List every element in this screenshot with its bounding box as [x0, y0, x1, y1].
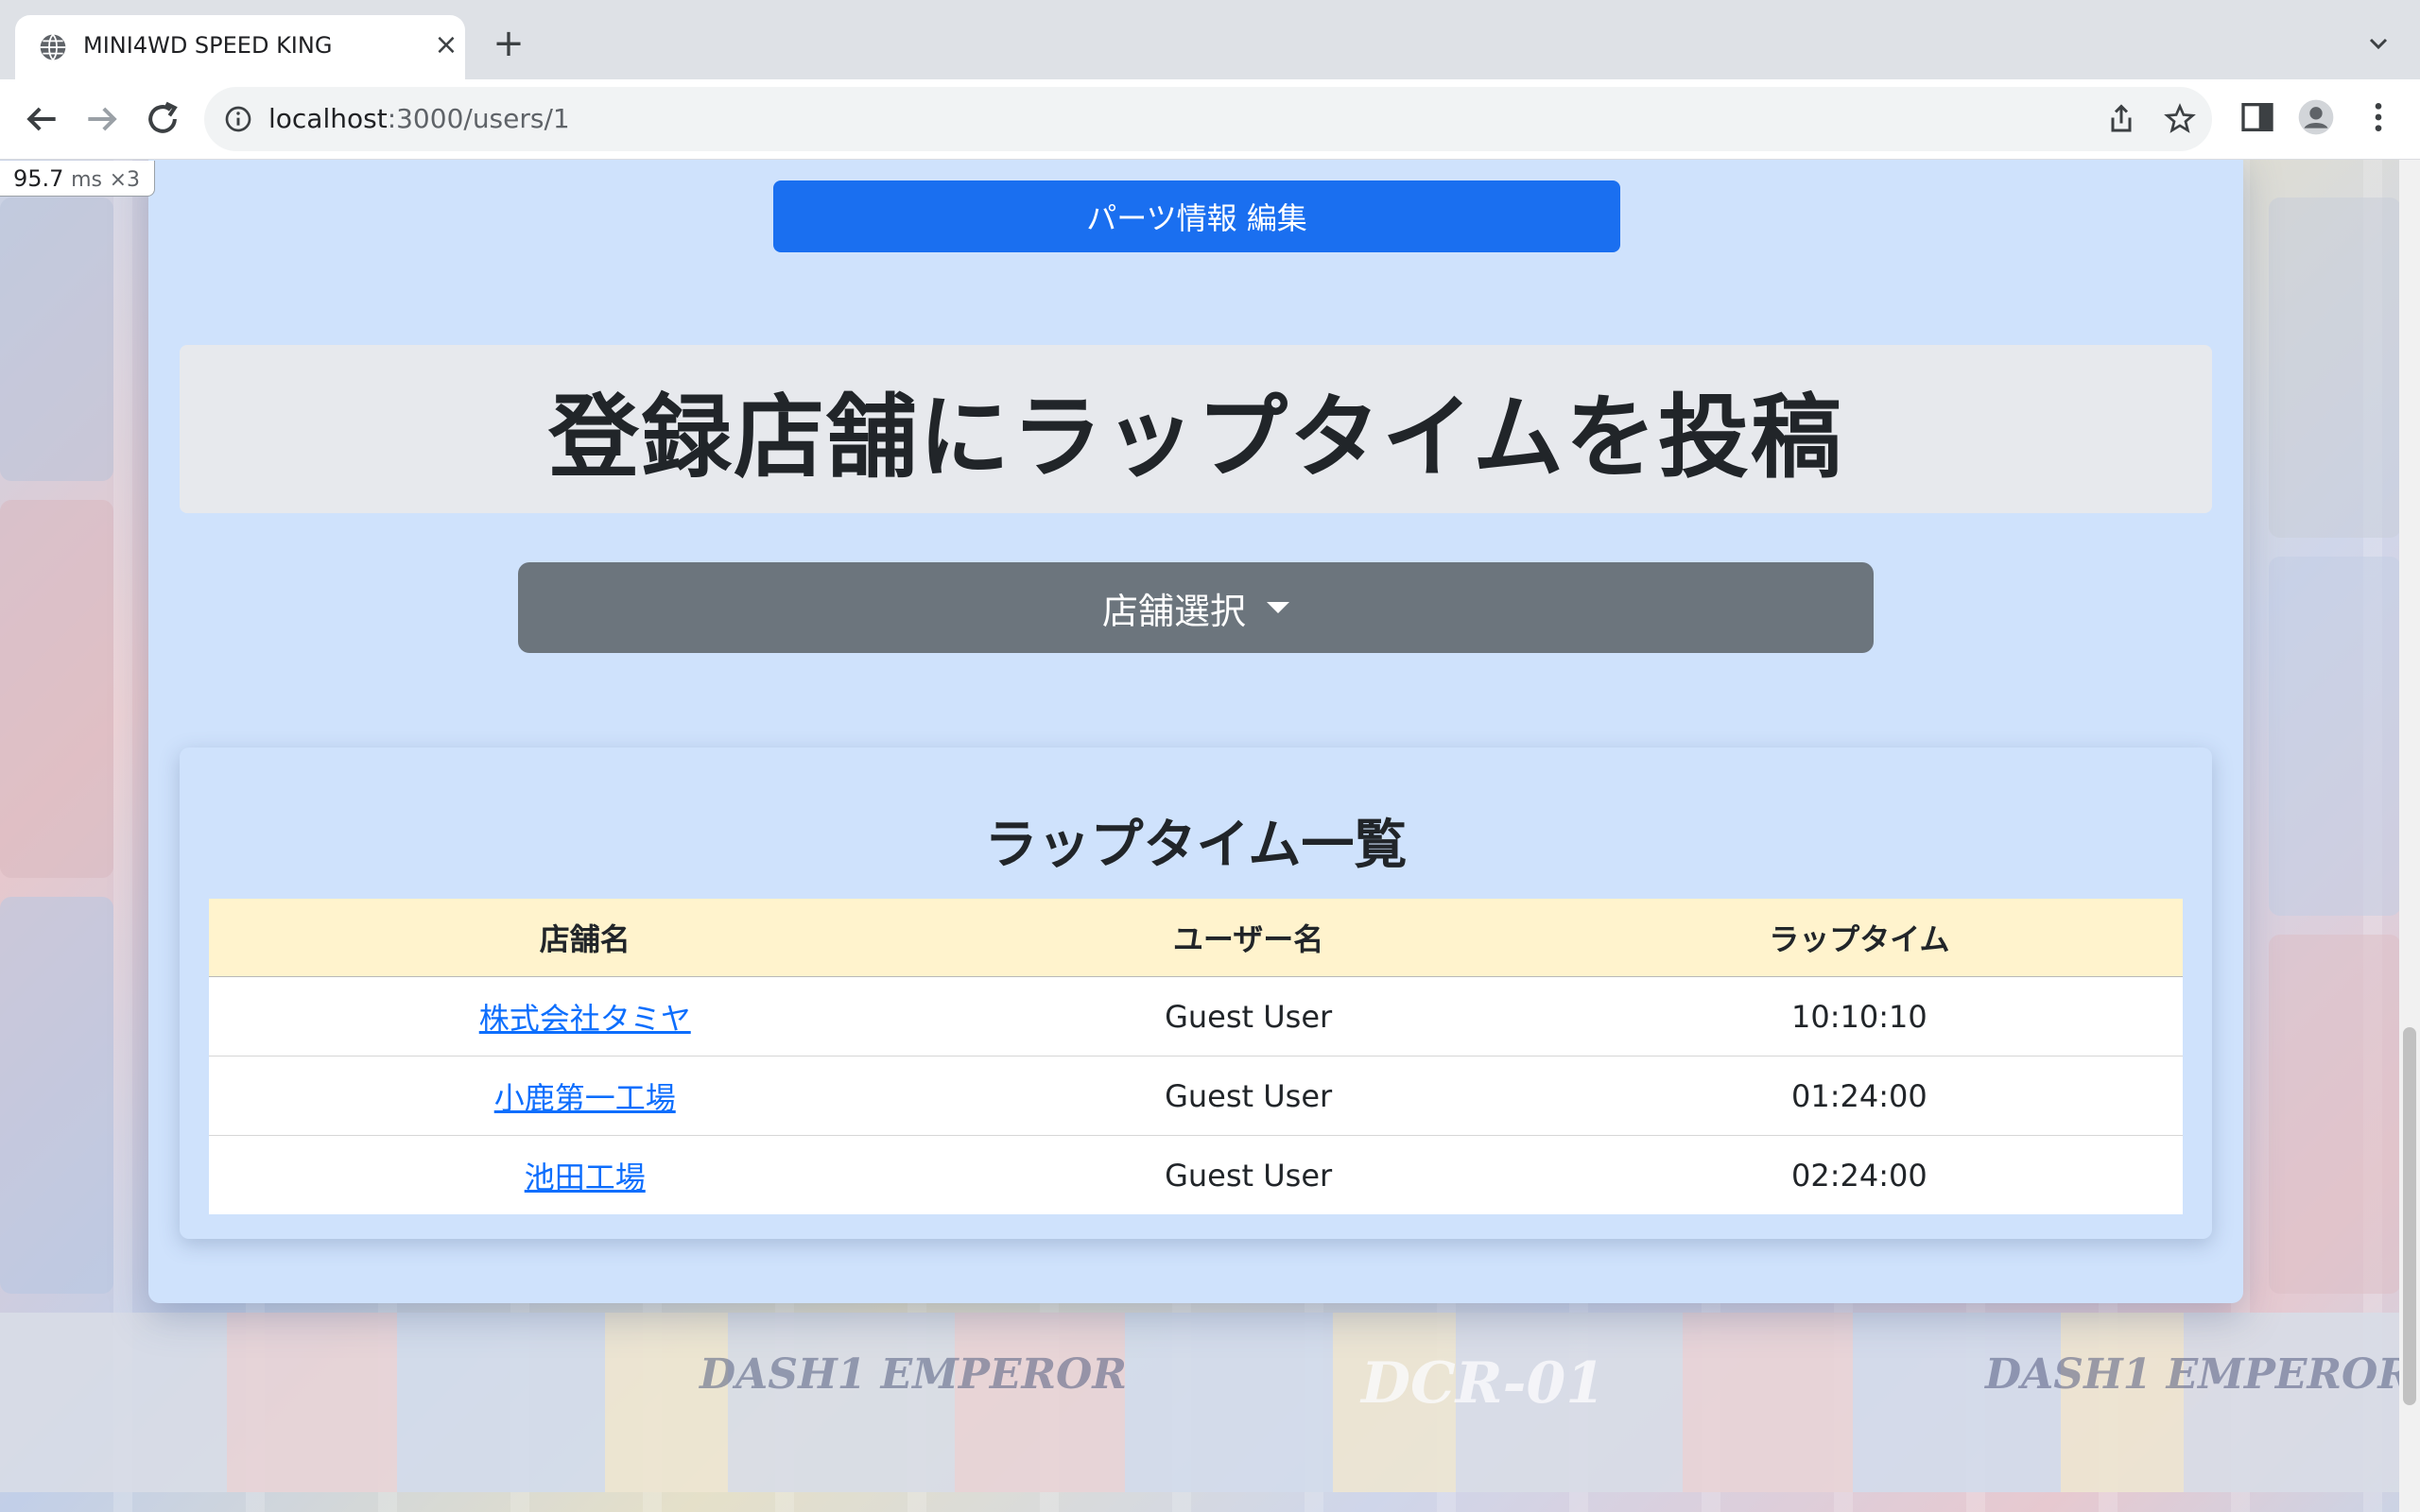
bg-label: DASH1 EMPEROR	[1985, 1350, 2412, 1399]
globe-icon	[40, 34, 66, 60]
bg-label: DASH1 EMPEROR	[700, 1350, 1127, 1399]
browser-tab[interactable]: MINI4WD SPEED KING ×	[15, 15, 465, 79]
render-time-overlay: 95.7 ms ×3	[0, 161, 155, 197]
laptime-table: 店舗名 ユーザー名 ラップタイム 株式会社タミヤ Guest User 10:1…	[209, 899, 2183, 1214]
page-viewport: DASH1 EMPEROR DCR-01 DASH1 EMPEROR パーツ情報…	[0, 160, 2420, 1512]
shop-cell: 池田工場	[209, 1135, 961, 1214]
shop-link[interactable]: 池田工場	[525, 1160, 646, 1195]
shop-cell: 小鹿第一工場	[209, 1056, 961, 1136]
table-row: 株式会社タミヤ Guest User 10:10:10	[209, 976, 2183, 1057]
url-text[interactable]: localhost:3000/users/1	[268, 103, 570, 134]
column-header-user: ユーザー名	[960, 899, 1536, 977]
back-arrow-icon[interactable]	[21, 98, 62, 140]
table-row: 小鹿第一工場 Guest User 01:24:00	[209, 1056, 2183, 1136]
bg-decoration	[2269, 557, 2401, 916]
scrollbar-thumb[interactable]	[2403, 1027, 2416, 1405]
url-host: localhost	[268, 103, 388, 134]
laptime-cell: 02:24:00	[1535, 1135, 2183, 1214]
edit-parts-button[interactable]: パーツ情報 編集	[773, 180, 1620, 252]
browser-tab-bar: MINI4WD SPEED KING × +	[0, 0, 2420, 79]
column-header-shop: 店舗名	[209, 899, 961, 977]
shop-select-label: 店舗選択	[1101, 590, 1246, 632]
render-time-value: 95.7	[13, 165, 64, 192]
bg-decoration	[2269, 935, 2401, 1294]
bg-decoration	[0, 198, 113, 481]
column-header-laptime: ラップタイム	[1535, 899, 2183, 977]
table-header-row: 店舗名 ユーザー名 ラップタイム	[209, 899, 2183, 977]
bg-decoration	[2269, 198, 2401, 538]
url-path: :3000/users/1	[387, 103, 570, 134]
laptime-list-card: ラップタイム一覧 店舗名 ユーザー名 ラップタイム 株式会社タミヤ Guest …	[180, 747, 2212, 1239]
laptime-cell: 10:10:10	[1535, 976, 2183, 1057]
main-card: パーツ情報 編集 登録店舗にラップタイムを投稿 店舗選択 ラップタイム一覧 店舗…	[148, 160, 2243, 1303]
render-time-multiplier: ×3	[109, 168, 141, 192]
chevron-down-icon[interactable]	[2363, 28, 2394, 59]
tab-title: MINI4WD SPEED KING	[83, 32, 333, 59]
user-cell: Guest User	[960, 1135, 1536, 1214]
background-strip: DASH1 EMPEROR DCR-01 DASH1 EMPEROR	[0, 1313, 2420, 1492]
bg-decoration	[0, 897, 113, 1294]
hero-title: 登録店舗にラップタイムを投稿	[547, 384, 1844, 490]
plus-icon[interactable]: +	[492, 25, 526, 62]
laptime-cell: 01:24:00	[1535, 1056, 2183, 1136]
star-icon[interactable]	[2163, 102, 2197, 136]
info-icon[interactable]	[223, 104, 253, 134]
forward-arrow-icon[interactable]	[81, 98, 123, 140]
profile-icon[interactable]	[2297, 98, 2335, 136]
sidebar-icon[interactable]	[2238, 98, 2276, 136]
laptime-list-heading: ラップタイム一覧	[984, 815, 1408, 876]
share-icon[interactable]	[2104, 102, 2138, 136]
caret-down-icon	[1267, 602, 1289, 613]
shop-select-dropdown[interactable]: 店舗選択	[518, 562, 1874, 653]
bg-label: DCR-01	[1361, 1350, 1606, 1417]
reload-icon[interactable]	[142, 98, 183, 140]
shop-cell: 株式会社タミヤ	[209, 976, 961, 1057]
render-time-unit: ms	[71, 168, 102, 192]
shop-link[interactable]: 小鹿第一工場	[494, 1080, 676, 1116]
bg-decoration	[0, 500, 113, 878]
close-icon[interactable]: ×	[431, 30, 461, 60]
user-cell: Guest User	[960, 976, 1536, 1057]
address-bar[interactable]: localhost:3000/users/1	[204, 87, 2212, 151]
post-laptime-banner: 登録店舗にラップタイムを投稿	[180, 345, 2212, 513]
table-row: 池田工場 Guest User 02:24:00	[209, 1135, 2183, 1214]
kebab-menu-icon[interactable]	[2360, 98, 2397, 136]
shop-link[interactable]: 株式会社タミヤ	[479, 1001, 691, 1037]
browser-toolbar: localhost:3000/users/1	[0, 79, 2420, 160]
user-cell: Guest User	[960, 1056, 1536, 1136]
